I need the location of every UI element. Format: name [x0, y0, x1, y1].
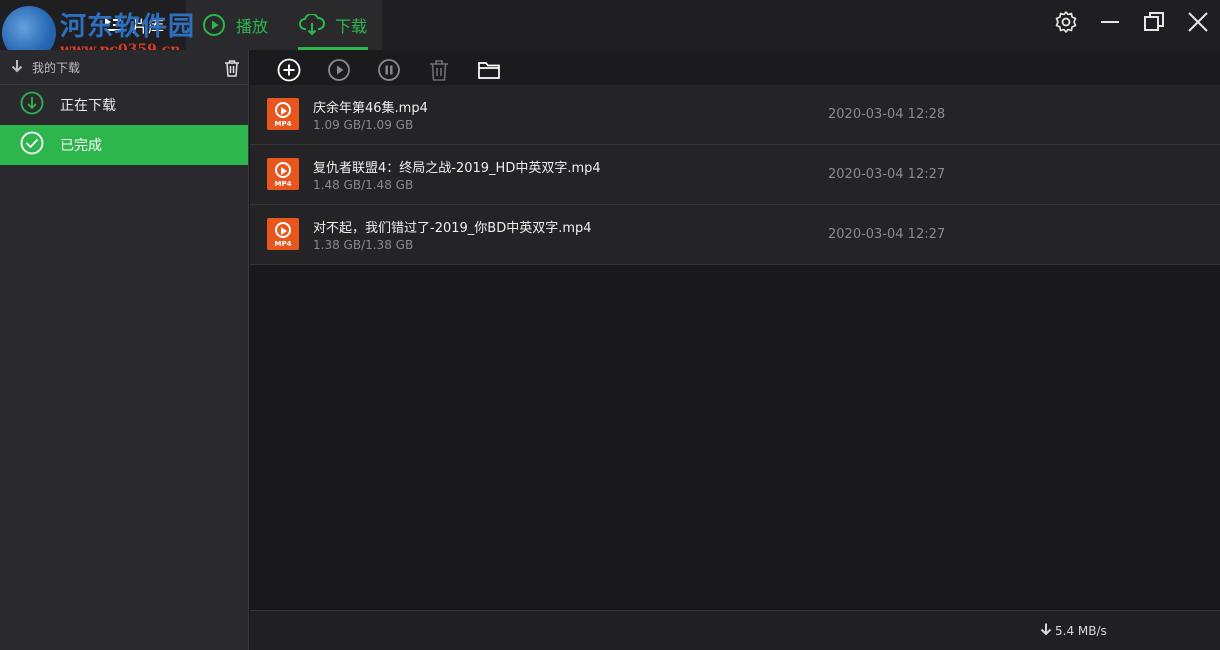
sidebar: 我的下载 正在下载 已完成	[0, 50, 249, 650]
list-item[interactable]: MP4 复仇者联盟4：终局之战-2019_HD中英双字.mp4 1.48 GB/…	[250, 145, 1220, 205]
sidebar-item-downloading[interactable]: 正在下载	[0, 85, 248, 125]
tab-play-label: 播放	[236, 17, 269, 36]
sidebar-item-completed[interactable]: 已完成	[0, 125, 248, 165]
sidebar-item-label: 已完成	[60, 138, 102, 154]
file-size: 1.38 GB/1.38 GB	[313, 238, 414, 252]
restore-button[interactable]	[1138, 8, 1170, 40]
file-size: 1.09 GB/1.09 GB	[313, 118, 414, 132]
minimize-icon	[1099, 11, 1121, 37]
delete-button[interactable]	[427, 60, 451, 84]
sidebar-header: 我的下载	[0, 50, 248, 85]
list-item[interactable]: MP4 庆余年第46集.mp4 1.09 GB/1.09 GB 2020-03-…	[250, 85, 1220, 145]
open-folder-button[interactable]	[477, 60, 501, 84]
gear-icon	[1054, 10, 1078, 38]
trash-icon	[429, 59, 449, 85]
close-button[interactable]	[1182, 8, 1214, 40]
sidebar-header-label: 我的下载	[32, 60, 81, 75]
file-name: 复仇者联盟4：终局之战-2019_HD中英双字.mp4	[313, 161, 601, 176]
start-button[interactable]	[327, 58, 351, 86]
file-date: 2020-03-04 12:27	[828, 227, 946, 242]
toolbar	[250, 50, 1220, 85]
folder-icon	[478, 61, 500, 83]
download-circle-icon	[20, 91, 44, 119]
watermark-site-name: 河东软件园	[60, 12, 196, 42]
download-speed-value: 5.4 MB/s	[1055, 623, 1107, 638]
file-size: 1.48 GB/1.48 GB	[313, 178, 414, 192]
restore-icon	[1143, 11, 1165, 37]
download-speed: 5.4 MB/s	[1040, 623, 1107, 638]
minimize-button[interactable]	[1094, 8, 1126, 40]
mp4-file-icon: MP4	[267, 98, 299, 130]
add-icon	[277, 58, 301, 86]
file-date: 2020-03-04 12:28	[828, 107, 946, 122]
settings-button[interactable]	[1050, 8, 1082, 40]
status-bar: 5.4 MB/s	[250, 610, 1220, 650]
file-date: 2020-03-04 12:27	[828, 167, 946, 182]
mp4-file-icon: MP4	[267, 218, 299, 250]
file-name: 庆余年第46集.mp4	[313, 101, 428, 116]
trash-icon[interactable]	[224, 59, 240, 80]
add-button[interactable]	[277, 58, 301, 86]
tab-download-label: 下载	[334, 17, 367, 36]
play-circle-icon	[202, 13, 226, 37]
list-item[interactable]: MP4 对不起，我们错过了-2019_你BD中英双字.mp4 1.38 GB/1…	[250, 205, 1220, 265]
mp4-file-icon: MP4	[267, 158, 299, 190]
title-bar: 片库 播放 下载 河东软件园 www.pc0359.cn	[0, 0, 1220, 60]
tab-play[interactable]: 播放	[202, 0, 268, 50]
pause-button[interactable]	[377, 58, 401, 86]
cloud-download-icon	[299, 14, 325, 36]
arrow-down-icon	[1040, 623, 1052, 638]
pause-icon	[377, 58, 401, 86]
sidebar-item-label: 正在下载	[60, 98, 116, 114]
check-circle-icon	[20, 131, 44, 159]
play-icon	[327, 58, 351, 86]
file-list: MP4 庆余年第46集.mp4 1.09 GB/1.09 GB 2020-03-…	[250, 85, 1220, 265]
close-icon	[1187, 11, 1209, 37]
arrow-down-icon	[10, 59, 24, 76]
tab-download[interactable]: 下载	[298, 0, 368, 50]
file-name: 对不起，我们错过了-2019_你BD中英双字.mp4	[313, 221, 592, 236]
